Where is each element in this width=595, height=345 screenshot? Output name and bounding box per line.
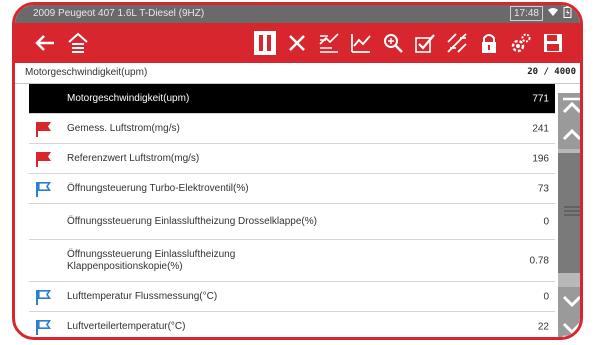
list-item[interactable]: Gemess. Luftstrom(mg/s) 241: [29, 114, 555, 144]
status-bar: 2009 Peugeot 407 1.6L T-Diesel (9HZ) 17:…: [15, 5, 580, 23]
parameter-value: 196: [532, 153, 549, 164]
red-flag-icon[interactable]: [35, 121, 53, 137]
parameter-label: Motorgeschwindigkeit(upm): [67, 92, 190, 104]
parameter-label: Öffnungssteuerung Einlassluftheizung Dro…: [67, 215, 317, 227]
blue-flag-icon[interactable]: [35, 319, 53, 335]
scroll-thumb[interactable]: [558, 153, 580, 273]
checkmark-icon[interactable]: [413, 27, 437, 59]
chevron-down-icon: [562, 295, 580, 308]
line-chart-icon[interactable]: [349, 27, 373, 59]
blue-flag-icon[interactable]: [35, 181, 53, 197]
parameter-value: 0: [543, 216, 549, 227]
vehicle-title: 2009 Peugeot 407 1.6L T-Diesel (9HZ): [33, 8, 205, 19]
double-chevron-up-icon: [562, 97, 580, 114]
parameter-value: 0.78: [529, 255, 549, 266]
save-icon[interactable]: [541, 27, 565, 59]
scroll-down-button[interactable]: [558, 287, 580, 315]
list-item[interactable]: Motorgeschwindigkeit(upm) 771: [29, 84, 555, 114]
grip-icon: [564, 206, 580, 216]
scrollbar[interactable]: [558, 93, 580, 337]
list-item[interactable]: Referenzwert Luftstrom(mg/s) 196: [29, 144, 555, 174]
blue-flag-icon[interactable]: [35, 289, 53, 305]
back-arrow-icon[interactable]: [33, 27, 57, 59]
lock-icon[interactable]: [477, 27, 501, 59]
parameter-value: 73: [537, 183, 549, 194]
parameter-label: Luftverteilertemperatur(°C): [67, 320, 186, 332]
compare-icon[interactable]: [445, 27, 469, 59]
graph-view-icon[interactable]: [317, 27, 341, 59]
zoom-icon[interactable]: [381, 27, 405, 59]
wifi-icon: [547, 7, 559, 20]
list-item[interactable]: Öffnungssteuerung Einlassluftheizung Dro…: [29, 204, 555, 240]
clock: 17:48: [509, 6, 543, 21]
parameter-value: 22: [537, 321, 549, 332]
close-icon[interactable]: [285, 27, 309, 59]
double-chevron-down-icon: [562, 322, 580, 337]
parameter-value: 0: [543, 291, 549, 302]
list-item[interactable]: Lufttemperatur Flussmessung(°C) 0: [29, 282, 555, 312]
scroll-up-button[interactable]: [558, 121, 580, 149]
pause-icon[interactable]: [251, 27, 279, 59]
frame-counter: 20 / 4000: [527, 67, 576, 77]
scroll-top-button[interactable]: [558, 93, 580, 121]
selected-parameter-name: Motorgeschwindigkeit(upm): [25, 67, 148, 78]
parameter-value: 771: [532, 93, 549, 104]
parameter-label: Lufttemperatur Flussmessung(°C): [67, 290, 218, 302]
list-item[interactable]: Luftverteilertemperatur(°C) 22: [29, 312, 555, 337]
graph-header: Motorgeschwindigkeit(upm) 20 / 4000: [15, 63, 580, 84]
list-item[interactable]: Öffnungssteuerung Einlassluftheizung Kla…: [29, 240, 555, 282]
scroll-bottom-button[interactable]: [558, 315, 580, 337]
list-item[interactable]: Öffnungsteuerung Turbo-Elektroventil(%) …: [29, 174, 555, 204]
home-icon[interactable]: [65, 27, 91, 59]
chevron-up-icon: [562, 128, 580, 141]
parameter-label: Gemess. Luftstrom(mg/s): [67, 122, 180, 134]
parameter-label: Öffnungsteuerung Turbo-Elektroventil(%): [67, 182, 249, 194]
parameter-label: Referenzwert Luftstrom(mg/s): [67, 152, 200, 164]
device-frame: 2009 Peugeot 407 1.6L T-Diesel (9HZ) 17:…: [12, 2, 583, 340]
settings-icon[interactable]: [509, 27, 533, 59]
red-flag-icon[interactable]: [35, 151, 53, 167]
parameter-list: Motorgeschwindigkeit(upm) 771 Gemess. Lu…: [29, 84, 555, 337]
toolbar: [15, 23, 580, 63]
parameter-label: Öffnungssteuerung Einlassluftheizung Kla…: [67, 248, 236, 272]
parameter-value: 241: [532, 123, 549, 134]
battery-icon: [563, 6, 572, 21]
